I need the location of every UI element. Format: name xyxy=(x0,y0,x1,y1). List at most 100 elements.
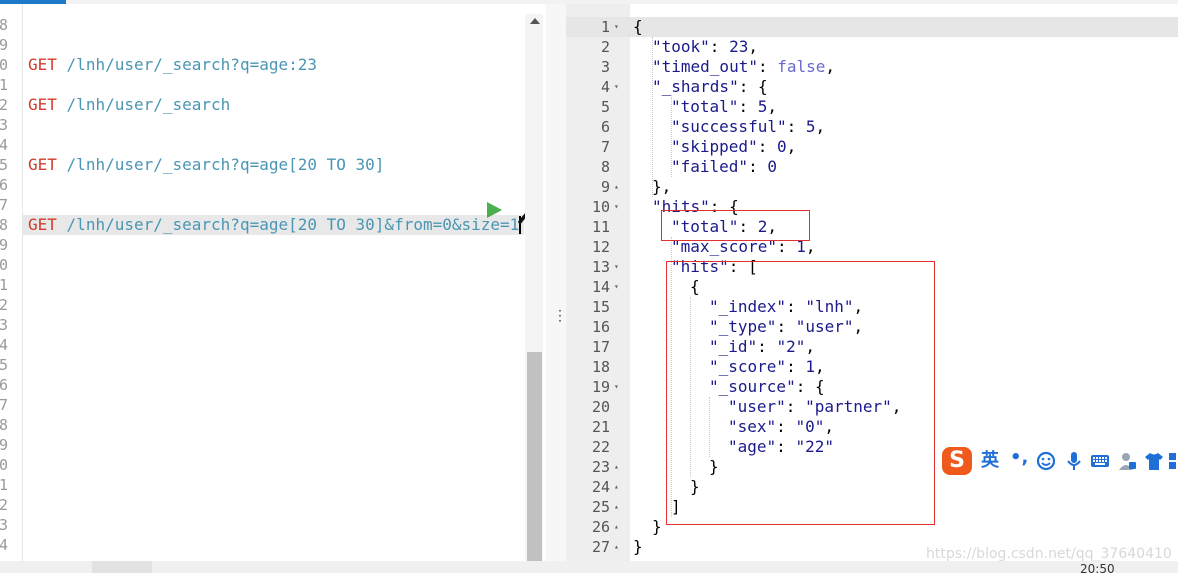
unfold-arrow-icon[interactable]: ▴ xyxy=(614,177,624,197)
request-url: /lnh/user/_search xyxy=(66,95,231,114)
request-url: /lnh/user/_search?q=age[20 TO 30] xyxy=(66,155,385,174)
json-punctuation: , xyxy=(786,137,797,156)
json-punctuation: : xyxy=(738,97,758,116)
fold-arrow-icon[interactable]: ▾ xyxy=(614,257,624,277)
request-line-number: 0 xyxy=(0,56,8,74)
json-number: 23 xyxy=(729,37,749,56)
request-line-number: 7 xyxy=(0,196,8,214)
request-line-number: 5 xyxy=(0,356,8,374)
request-line-number: 9 xyxy=(0,236,8,254)
response-line-number: 14 xyxy=(591,278,610,296)
json-punctuation: { xyxy=(633,17,643,36)
play-icon[interactable] xyxy=(487,202,502,218)
json-number: 0 xyxy=(776,137,787,156)
response-line-number: 26 xyxy=(591,518,610,536)
json-key: "total" xyxy=(671,97,739,116)
response-line-number: 9 xyxy=(600,178,610,196)
request-line[interactable]: GET /lnh/user/_search xyxy=(28,95,230,115)
scroll-up-arrow-icon[interactable] xyxy=(530,18,540,24)
indent-guide xyxy=(671,97,672,177)
unfold-arrow-icon[interactable]: ▴ xyxy=(614,497,624,517)
request-line-number: 2 xyxy=(0,96,8,114)
request-line-number: 8 xyxy=(0,416,8,434)
response-line-number: 16 xyxy=(591,318,610,336)
request-line[interactable]: GET /lnh/user/_search?q=age[20 TO 30] xyxy=(28,155,384,175)
response-active-line-highlight xyxy=(566,17,1178,37)
fold-arrow-icon[interactable]: ▾ xyxy=(614,377,624,397)
response-line-number: 6 xyxy=(600,118,610,136)
json-key: "took" xyxy=(652,37,710,56)
json-punctuation: } xyxy=(633,537,643,556)
request-editor[interactable]: 8 9 0 1 2 3 4 5 6 7 8 9 0 1 2 3 4 5 6 7 8 9 0 1 2 3 4 GET /lnh/use… xyxy=(0,4,546,561)
json-punctuation: , xyxy=(815,117,826,136)
response-line-number: 15 xyxy=(591,298,610,316)
response-line-number: 22 xyxy=(591,438,610,456)
json-boolean: false xyxy=(777,57,826,76)
request-line-number: 8 xyxy=(0,216,8,234)
request-line-number: 3 xyxy=(0,316,8,334)
request-line-number: 4 xyxy=(0,136,8,154)
request-line-number: 8 xyxy=(0,16,8,34)
response-json-line: } xyxy=(633,537,643,557)
request-line[interactable]: GET /lnh/user/_search?q=age:23 xyxy=(28,55,317,75)
response-json-line: "failed": 0 xyxy=(671,157,777,177)
json-punctuation: : xyxy=(709,37,730,56)
fold-arrow-icon[interactable]: ▾ xyxy=(614,277,624,297)
request-line-number: 1 xyxy=(0,276,8,294)
http-method: GET xyxy=(28,55,57,74)
response-line-number: 27 xyxy=(591,538,610,556)
sogou-logo-icon[interactable]: S xyxy=(942,447,972,475)
punctuation-toggle[interactable]: •, xyxy=(1010,447,1028,468)
request-line-number: 7 xyxy=(0,396,8,414)
response-json-line: }, xyxy=(652,177,671,197)
taskbar-item[interactable] xyxy=(92,561,152,573)
response-line-number: 17 xyxy=(591,338,610,356)
response-line-number: 10 xyxy=(591,198,610,216)
json-punctuation: : { xyxy=(738,77,768,96)
fold-arrow-icon[interactable]: ▾ xyxy=(614,17,624,37)
unfold-arrow-icon[interactable]: ▴ xyxy=(614,477,624,497)
keyboard-icon[interactable] xyxy=(1090,451,1110,471)
request-line-number: 5 xyxy=(0,156,8,174)
response-line-number: 18 xyxy=(591,358,610,376)
ime-toolbar[interactable]: S 英 •, xyxy=(940,445,1178,478)
json-key: "timed_out" xyxy=(652,57,758,76)
fold-arrow-icon[interactable]: ▾ xyxy=(614,77,624,97)
http-method: GET xyxy=(28,155,57,174)
response-json-line: "skipped": 0, xyxy=(671,137,796,157)
fold-arrow-icon[interactable]: ▾ xyxy=(614,197,624,217)
request-url: /lnh/user/_search?q=age[20 TO 30]&from=0… xyxy=(66,215,520,234)
taskbar xyxy=(0,561,1178,573)
json-punctuation: } xyxy=(652,517,662,536)
request-line[interactable]: GET /lnh/user/_search?q=age[20 TO 30]&fr… xyxy=(28,215,519,235)
request-url: /lnh/user/_search?q=age:23 xyxy=(66,55,317,74)
unfold-arrow-icon[interactable]: ▴ xyxy=(614,537,624,557)
http-method: GET xyxy=(28,215,57,234)
response-line-number: 25 xyxy=(591,498,610,516)
emoji-icon[interactable] xyxy=(1036,451,1056,471)
microphone-icon[interactable] xyxy=(1064,451,1084,471)
shirt-icon[interactable] xyxy=(1144,451,1164,471)
unfold-arrow-icon[interactable]: ▴ xyxy=(614,457,624,477)
request-line-number: 0 xyxy=(0,256,8,274)
request-line-number: 2 xyxy=(0,496,8,514)
scrollbar-thumb[interactable] xyxy=(527,352,542,561)
user-icon[interactable] xyxy=(1117,451,1137,471)
grid-menu-icon[interactable] xyxy=(1168,451,1178,471)
json-key: "skipped" xyxy=(671,137,758,156)
unfold-arrow-icon[interactable]: ▴ xyxy=(614,517,624,537)
response-line-number: 2 xyxy=(600,38,610,56)
json-punctuation: : xyxy=(757,137,777,156)
response-json-line: "took": 23, xyxy=(652,37,758,57)
response-line-number: 21 xyxy=(591,418,610,436)
ime-mode-toggle[interactable]: 英 xyxy=(981,449,999,473)
request-line-number: 2 xyxy=(0,296,8,314)
http-method: GET xyxy=(28,95,57,114)
response-line-number: 12 xyxy=(591,238,610,256)
pane-resize-handle[interactable] xyxy=(546,4,566,561)
json-punctuation: : xyxy=(748,157,768,176)
request-line-number: 6 xyxy=(0,176,8,194)
response-line-number: 11 xyxy=(591,218,610,236)
request-line-number: 9 xyxy=(0,36,8,54)
json-punctuation: : xyxy=(786,117,806,136)
